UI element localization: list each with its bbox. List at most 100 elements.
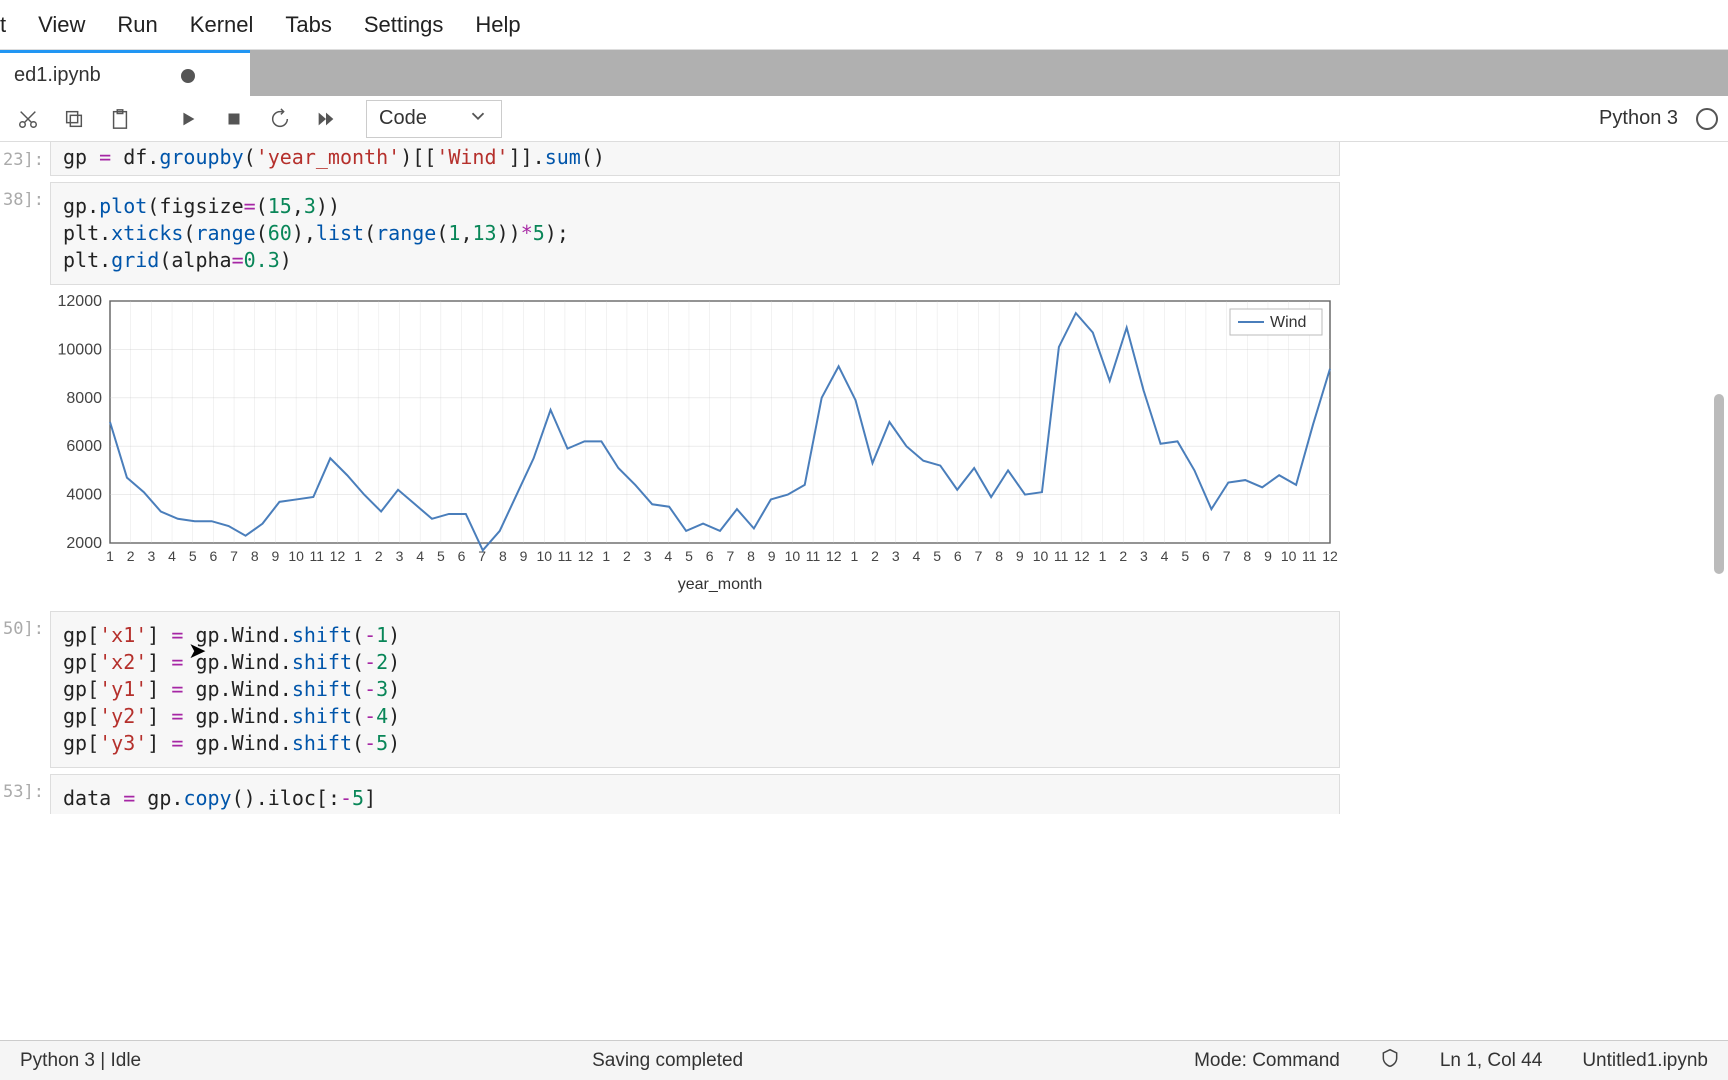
tab-title: ed1.ipynb	[14, 64, 101, 87]
status-cursor: Ln 1, Col 44	[1440, 1050, 1542, 1072]
svg-text:10: 10	[785, 548, 801, 564]
svg-text:5: 5	[437, 548, 445, 564]
svg-text:2: 2	[127, 548, 135, 564]
svg-text:8: 8	[1243, 548, 1251, 564]
svg-text:1: 1	[354, 548, 362, 564]
cell-prompt: 38]:	[0, 190, 44, 210]
code-cell[interactable]: 23]: gp = df.groupby('year_month')[['Win…	[50, 142, 1340, 176]
tab-notebook[interactable]: ed1.ipynb	[0, 50, 250, 96]
cell-prompt: 50]:	[0, 619, 44, 639]
scrollbar-thumb[interactable]	[1714, 394, 1724, 574]
svg-text:9: 9	[1016, 548, 1024, 564]
svg-text:2: 2	[623, 548, 631, 564]
svg-text:8: 8	[499, 548, 507, 564]
svg-text:8: 8	[747, 548, 755, 564]
svg-text:4: 4	[1161, 548, 1169, 564]
svg-text:10: 10	[1033, 548, 1049, 564]
svg-text:Wind: Wind	[1270, 314, 1306, 331]
paste-icon[interactable]	[102, 101, 138, 137]
toolbar: Code Python 3	[0, 96, 1728, 142]
svg-text:2: 2	[375, 548, 383, 564]
svg-text:11: 11	[1054, 548, 1069, 564]
notebook-area[interactable]: 23]: gp = df.groupby('year_month')[['Win…	[0, 142, 1728, 822]
svg-text:1: 1	[851, 548, 859, 564]
menu-run[interactable]: Run	[117, 12, 157, 38]
svg-text:11: 11	[310, 548, 325, 564]
svg-text:6: 6	[1202, 548, 1210, 564]
status-mode: Mode: Command	[1194, 1050, 1340, 1072]
svg-text:12: 12	[330, 548, 346, 564]
svg-text:12: 12	[1074, 548, 1090, 564]
celltype-dropdown[interactable]: Code	[366, 100, 502, 138]
svg-text:10: 10	[536, 548, 552, 564]
line-chart: 2000400060008000100001200012345678910111…	[50, 293, 1340, 593]
svg-text:10000: 10000	[58, 341, 103, 358]
svg-text:9: 9	[272, 548, 280, 564]
code-input[interactable]: data = gp.copy().iloc[:-5]	[50, 774, 1340, 814]
code-input[interactable]: gp = df.groupby('year_month')[['Wind']].…	[50, 142, 1340, 176]
code-input[interactable]: gp.plot(figsize=(15,3)) plt.xticks(range…	[50, 182, 1340, 285]
svg-text:3: 3	[1140, 548, 1148, 564]
menu-settings[interactable]: Settings	[364, 12, 444, 38]
restart-icon[interactable]	[262, 101, 298, 137]
svg-text:4: 4	[416, 548, 424, 564]
menu-tabs[interactable]: Tabs	[285, 12, 331, 38]
menu-view[interactable]: View	[38, 12, 85, 38]
svg-text:11: 11	[558, 548, 573, 564]
menu-edit-partial[interactable]: t	[0, 12, 6, 38]
kernel-name[interactable]: Python 3	[1599, 107, 1678, 130]
menubar: t View Run Kernel Tabs Settings Help	[0, 0, 1728, 50]
status-filename[interactable]: Untitled1.ipynb	[1582, 1050, 1708, 1072]
svg-text:1: 1	[1099, 548, 1107, 564]
stop-icon[interactable]	[216, 101, 252, 137]
svg-text:3: 3	[892, 548, 900, 564]
tabbar: ed1.ipynb	[0, 50, 1728, 96]
svg-text:2: 2	[1119, 548, 1127, 564]
kernel-status-icon[interactable]	[1696, 108, 1718, 130]
cell-prompt: 23]:	[0, 150, 44, 170]
menu-help[interactable]: Help	[475, 12, 520, 38]
svg-text:11: 11	[1302, 548, 1317, 564]
svg-text:8: 8	[251, 548, 259, 564]
svg-text:7: 7	[1223, 548, 1231, 564]
svg-text:1: 1	[602, 548, 610, 564]
svg-text:1: 1	[106, 548, 114, 564]
status-kernel[interactable]: Python 3 | Idle	[20, 1050, 141, 1072]
status-save: Saving completed	[592, 1050, 743, 1072]
svg-text:6000: 6000	[66, 438, 102, 455]
svg-text:5: 5	[933, 548, 941, 564]
scrollbar-vertical[interactable]	[1712, 284, 1726, 780]
menu-kernel[interactable]: Kernel	[190, 12, 254, 38]
svg-text:10: 10	[288, 548, 304, 564]
svg-text:7: 7	[975, 548, 983, 564]
svg-text:5: 5	[685, 548, 693, 564]
svg-text:4000: 4000	[66, 487, 102, 504]
copy-icon[interactable]	[56, 101, 92, 137]
svg-text:4: 4	[168, 548, 176, 564]
svg-text:4: 4	[913, 548, 921, 564]
cell-prompt: 53]:	[0, 782, 44, 802]
svg-text:11: 11	[806, 548, 821, 564]
svg-text:3: 3	[147, 548, 155, 564]
run-icon[interactable]	[170, 101, 206, 137]
code-cell[interactable]: 53]: data = gp.copy().iloc[:-5]	[50, 774, 1340, 814]
tab-unsaved-dot-icon	[181, 69, 195, 83]
cut-icon[interactable]	[10, 101, 46, 137]
run-all-icon[interactable]	[308, 101, 344, 137]
code-cell[interactable]: 38]: gp.plot(figsize=(15,3)) plt.xticks(…	[50, 182, 1340, 285]
code-input[interactable]: gp['x1'] = gp.Wind.shift(-1) gp['x2'] = …	[50, 611, 1340, 768]
svg-text:7: 7	[726, 548, 734, 564]
svg-text:5: 5	[1181, 548, 1189, 564]
shield-icon[interactable]	[1380, 1048, 1400, 1074]
celltype-value: Code	[379, 107, 427, 130]
code-cell[interactable]: 50]: gp['x1'] = gp.Wind.shift(-1) gp['x2…	[50, 611, 1340, 768]
svg-text:3: 3	[644, 548, 652, 564]
statusbar: Python 3 | Idle Saving completed Mode: C…	[0, 1040, 1728, 1080]
chart-output: 2000400060008000100001200012345678910111…	[50, 293, 1340, 593]
svg-text:6: 6	[706, 548, 714, 564]
svg-text:year_month: year_month	[678, 576, 763, 593]
svg-text:7: 7	[230, 548, 238, 564]
svg-text:2000: 2000	[66, 535, 102, 552]
svg-text:6: 6	[209, 548, 217, 564]
svg-text:10: 10	[1281, 548, 1297, 564]
